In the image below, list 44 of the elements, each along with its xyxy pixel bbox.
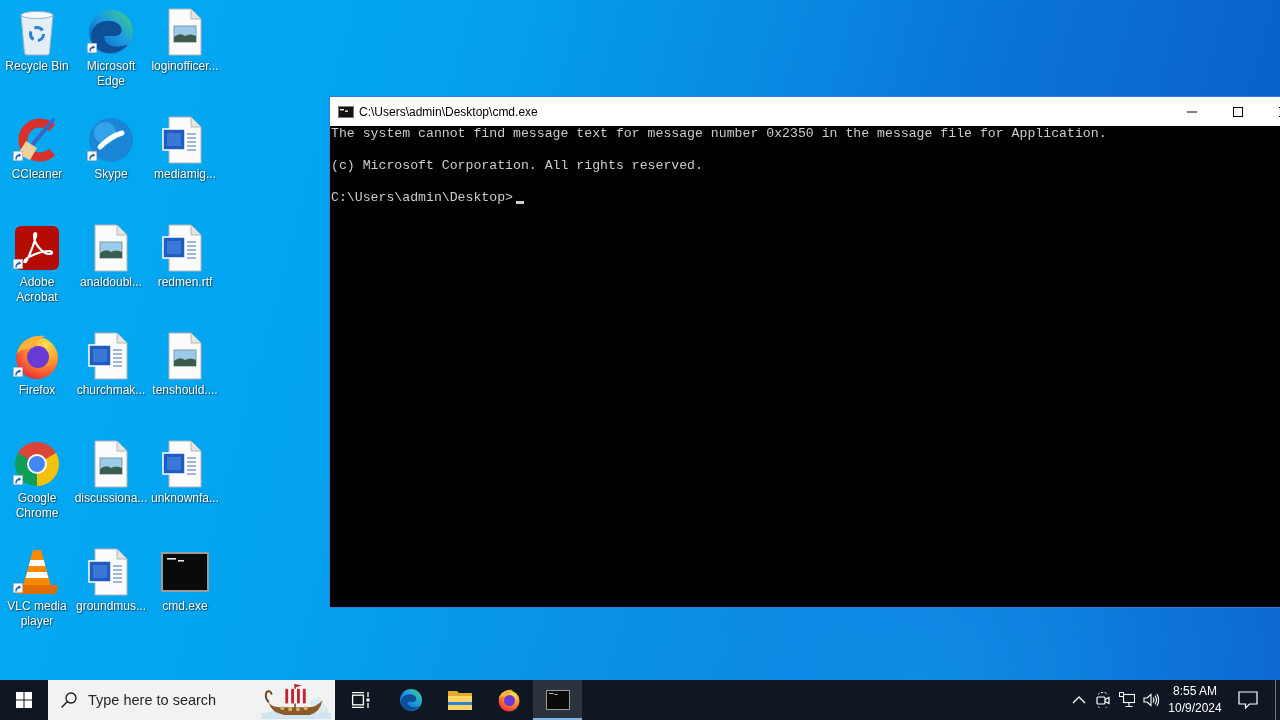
desktop-icon-label[interactable]: groundmus...: [73, 599, 149, 614]
desktop-icon-label[interactable]: loginofficer...: [147, 59, 223, 74]
terminal-icon: [338, 105, 354, 118]
desktop-icon-label[interactable]: redmen.rtf: [147, 275, 223, 290]
curl-logo-icon[interactable]: [13, 224, 61, 272]
taskbar-app-button[interactable]: [533, 680, 582, 720]
desktop-icon-label[interactable]: analdoubl...: [73, 275, 149, 290]
maximize-icon: [1233, 106, 1243, 117]
desktop-icon-label[interactable]: churchmak...: [73, 383, 149, 398]
desktop-icon-label[interactable]: unknownfa...: [147, 491, 223, 506]
desktop-icon-label[interactable]: tenshould....: [147, 383, 223, 398]
desktop-icon-label[interactable]: CCleaner: [0, 167, 75, 182]
four-panes-logo-icon: [16, 692, 32, 708]
search-icon: [61, 692, 77, 708]
folder-icon: [447, 690, 472, 710]
text-cursor: [516, 201, 525, 204]
desktop-icon-label[interactable]: Google Chrome: [0, 491, 75, 521]
terminal-icon: [545, 688, 570, 712]
clock-button[interactable]: 8:55 AM 10/9/2024: [1163, 680, 1227, 720]
search-field[interactable]: Type here to search: [48, 680, 335, 720]
desktop-icon-label[interactable]: Microsoft Edge: [73, 59, 149, 89]
speech-bubble-icon: [1238, 691, 1258, 709]
command-prompt: C:\Users\admin\Desktop>: [331, 190, 514, 206]
desktop-icon-label[interactable]: Recycle Bin: [0, 59, 75, 74]
speaker-icon: [1143, 692, 1159, 708]
ship-drawing: [261, 681, 331, 719]
round-logo-icon[interactable]: [87, 116, 135, 164]
desktop-icon-label[interactable]: Adobe Acrobat: [0, 275, 75, 305]
desktop-icon-label[interactable]: VLC media player: [0, 599, 75, 629]
console-line: (c) Microsoft Corporation. All rights reserved.: [331, 158, 703, 174]
desktop-icon-label[interactable]: Skype: [73, 167, 149, 182]
task-view-icon: [350, 692, 371, 708]
flame-globe-icon: [496, 688, 521, 712]
window-title: C:\Users\admin\Desktop\cmd.exe: [359, 104, 538, 119]
desktop-icon-label[interactable]: mediamig...: [147, 167, 223, 182]
camera-icon: [1095, 692, 1111, 708]
desktop-icon-label[interactable]: discussiona...: [73, 491, 149, 506]
network-monitor-icon: [1119, 692, 1135, 708]
console-line: The system cannot find message text for message number 0x2350 in the message file for Application.: [331, 126, 1107, 142]
swirl-logo-icon[interactable]: [87, 8, 135, 56]
swirl-logo-icon: [398, 688, 423, 712]
desktop-icon-label[interactable]: cmd.exe: [147, 599, 223, 614]
tri-color-ring-icon[interactable]: [13, 440, 61, 488]
desktop-icon-label[interactable]: Firefox: [0, 383, 75, 398]
